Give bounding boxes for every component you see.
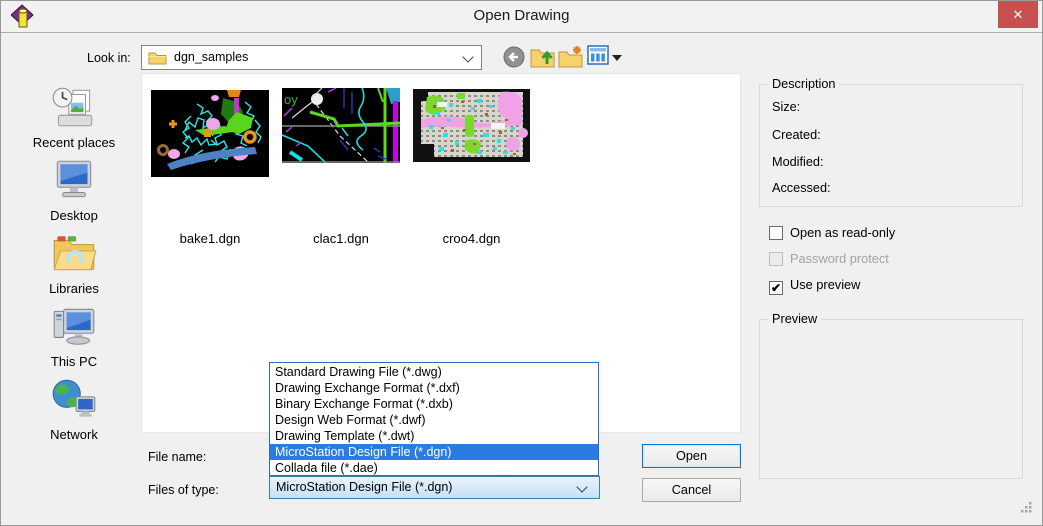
file-type-option-dgn-selected[interactable]: MicroStation Design File (*.dgn) — [270, 444, 598, 460]
up-one-level-button[interactable] — [530, 45, 556, 71]
thumbnail-bake1 — [151, 90, 269, 177]
sidebar-item-label: Network — [9, 427, 139, 442]
description-groupbox: Description Size: Created: Modified: Acc… — [759, 84, 1023, 207]
file-type-option-dwf[interactable]: Design Web Format (*.dwf) — [270, 412, 598, 428]
file-type-option-dwt[interactable]: Drawing Template (*.dwt) — [270, 428, 598, 444]
file-name-label: croo4.dgn — [413, 231, 530, 246]
files-of-type-value: MicroStation Design File (*.dgn) — [276, 480, 452, 494]
file-name-field-label: File name: — [148, 450, 206, 464]
view-grid-icon — [587, 45, 609, 65]
cancel-button[interactable]: Cancel — [642, 478, 741, 502]
look-in-value: dgn_samples — [174, 50, 248, 64]
look-in-label: Look in: — [87, 51, 131, 65]
chevron-down-icon — [462, 51, 473, 62]
size-field-label: Size: — [772, 100, 800, 114]
sidebar-item-libraries[interactable]: Libraries — [9, 231, 139, 296]
checkbox-label: Password protect — [790, 251, 889, 266]
password-protect-checkbox: Password protect — [769, 251, 889, 267]
thumbnail-croo4 — [413, 89, 530, 162]
preview-groupbox: Preview — [759, 319, 1023, 479]
files-of-type-combobox[interactable]: MicroStation Design File (*.dgn) — [269, 476, 600, 499]
file-type-option-dae[interactable]: Collada file (*.dae) — [270, 460, 598, 476]
modified-field-label: Modified: — [772, 155, 823, 169]
look-in-combobox[interactable]: dgn_samples — [141, 45, 482, 70]
open-drawing-dialog: Open Drawing ✕ Look in: dgn_samples — [0, 0, 1043, 526]
description-group-title: Description — [768, 77, 839, 91]
checkbox-unchecked-icon — [769, 226, 783, 240]
close-icon: ✕ — [1013, 7, 1024, 22]
sidebar-item-label: Desktop — [9, 208, 139, 223]
svg-text:oy: oy — [284, 92, 298, 107]
libraries-icon — [49, 231, 99, 277]
open-button[interactable]: Open — [642, 444, 741, 468]
open-as-read-only-checkbox[interactable]: Open as read-only — [769, 225, 895, 241]
checkbox-label: Open as read-only — [790, 225, 895, 240]
sidebar-item-recent-places[interactable]: Recent places — [9, 85, 139, 150]
network-icon — [49, 377, 99, 423]
file-type-option-dwg[interactable]: Standard Drawing File (*.dwg) — [270, 364, 598, 380]
use-preview-checkbox[interactable]: ✔ Use preview — [769, 277, 860, 293]
up-one-folder-icon — [530, 45, 556, 69]
back-arrow-icon — [502, 45, 526, 69]
file-name-label: clac1.dgn — [282, 231, 400, 246]
new-folder-icon — [558, 45, 584, 69]
checkbox-checked-icon: ✔ — [769, 281, 783, 295]
preview-group-title: Preview — [768, 312, 821, 326]
desktop-icon — [49, 158, 99, 204]
title-bar[interactable]: Open Drawing ✕ — [1, 1, 1042, 33]
view-menu-caret-icon[interactable] — [612, 55, 622, 61]
this-pc-icon — [49, 304, 99, 350]
created-field-label: Created: — [772, 128, 821, 142]
chevron-down-icon — [576, 481, 587, 492]
checkbox-label: Use preview — [790, 277, 860, 292]
back-button[interactable] — [502, 45, 528, 71]
file-item-croo4[interactable]: croo4.dgn — [413, 89, 530, 250]
resize-grip-icon[interactable] — [1019, 500, 1033, 514]
sidebar-item-network[interactable]: Network — [9, 377, 139, 442]
file-type-option-dxb[interactable]: Binary Exchange Format (*.dxb) — [270, 396, 598, 412]
recent-places-icon — [49, 85, 99, 131]
file-type-dropdown-list: Standard Drawing File (*.dwg) Drawing Ex… — [269, 362, 599, 476]
file-name-label: bake1.dgn — [151, 231, 269, 246]
view-menu-button[interactable] — [587, 45, 609, 71]
file-item-clac1[interactable]: oy — [282, 88, 400, 250]
file-type-option-dxf[interactable]: Drawing Exchange Format (*.dxf) — [270, 380, 598, 396]
accessed-field-label: Accessed: — [772, 181, 831, 195]
checkbox-disabled-icon — [769, 252, 783, 266]
file-item-bake1[interactable]: bake1.dgn — [151, 90, 269, 250]
sidebar-item-label: Recent places — [9, 135, 139, 150]
sidebar-item-label: This PC — [9, 354, 139, 369]
close-button[interactable]: ✕ — [998, 1, 1038, 28]
dialog-title: Open Drawing — [1, 7, 1042, 24]
sidebar-item-label: Libraries — [9, 281, 139, 296]
sidebar-item-desktop[interactable]: Desktop — [9, 158, 139, 223]
folder-icon — [148, 50, 167, 65]
sidebar-item-this-pc[interactable]: This PC — [9, 304, 139, 369]
new-folder-button[interactable] — [558, 45, 584, 71]
files-of-type-field-label: Files of type: — [148, 483, 219, 497]
thumbnail-clac1: oy — [282, 88, 400, 163]
